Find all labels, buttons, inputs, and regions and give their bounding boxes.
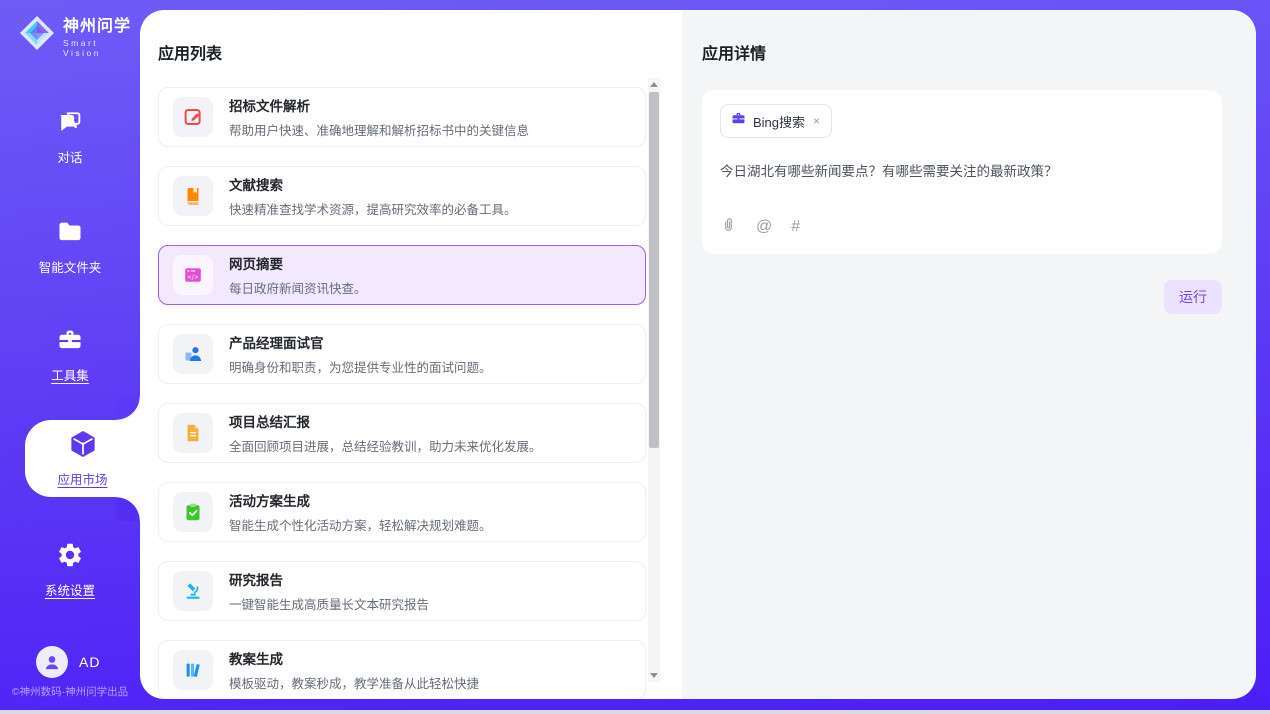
gear-icon bbox=[56, 541, 84, 572]
app-detail-panel: 应用详情 Bing搜索 × 今日湖北有哪些新闻要点？有哪些需要关注的最新政策？ bbox=[682, 10, 1256, 699]
sidebar-item-label: 应用市场 bbox=[57, 469, 107, 488]
app-name: 网页摘要 bbox=[229, 253, 367, 273]
vertical-scrollbar[interactable] bbox=[648, 78, 660, 682]
user-account[interactable]: AD bbox=[36, 646, 100, 678]
clipboard-check-icon bbox=[173, 492, 213, 532]
composer-toolbar: @ # bbox=[720, 216, 1204, 242]
app-description: 帮助用户快速、准确地理解和解析招标书中的关键信息 bbox=[229, 120, 529, 139]
app-card-lesson-plan[interactable]: 教案生成 模板驱动，教案秒成，教学准备从此轻松快捷 bbox=[158, 640, 646, 699]
toolbox-icon bbox=[56, 326, 84, 357]
books-icon bbox=[173, 650, 213, 690]
brand-subtitle: Smart Vision bbox=[63, 38, 140, 58]
app-name: 文献搜索 bbox=[229, 174, 517, 194]
close-icon[interactable]: × bbox=[812, 114, 821, 128]
diamond-logo-icon bbox=[18, 14, 56, 57]
paperclip-icon[interactable] bbox=[720, 216, 737, 238]
report-document-icon bbox=[173, 413, 213, 453]
app-card-project-summary[interactable]: 项目总结汇报 全面回顾项目进展，总结经验教训，助力未来优化发展。 bbox=[158, 403, 646, 463]
main-container: 应用列表 招标文件解析 帮助用户快速、准确地理解和解析招标书中的关键信息 bbox=[140, 10, 1256, 699]
prompt-card: Bing搜索 × 今日湖北有哪些新闻要点？有哪些需要关注的最新政策？ @ # bbox=[702, 90, 1222, 254]
app-description: 智能生成个性化活动方案，轻松解决规划难题。 bbox=[229, 515, 492, 534]
hash-icon[interactable]: # bbox=[791, 218, 800, 236]
brand-logo: 神州问学 Smart Vision bbox=[18, 12, 140, 58]
sidebar-item-chat[interactable]: 对话 bbox=[0, 108, 140, 166]
app-description: 快速精准查找学术资源，提高研究效率的必备工具。 bbox=[229, 199, 517, 218]
app-list-title: 应用列表 bbox=[158, 40, 646, 64]
app-card-literature-search[interactable]: 文献搜索 快速精准查找学术资源，提高研究效率的必备工具。 bbox=[158, 166, 646, 226]
app-description: 模板驱动，教案秒成，教学准备从此轻松快捷 bbox=[229, 673, 479, 692]
app-name: 项目总结汇报 bbox=[229, 411, 542, 431]
app-card-tender-parse[interactable]: 招标文件解析 帮助用户快速、准确地理解和解析招标书中的关键信息 bbox=[158, 87, 646, 147]
sidebar: 神州问学 Smart Vision 对话 智能文件夹 bbox=[0, 0, 140, 710]
app-name: 活动方案生成 bbox=[229, 490, 492, 510]
app-card-research-report[interactable]: 研究报告 一键智能生成高质量长文本研究报告 bbox=[158, 561, 646, 621]
at-icon[interactable]: @ bbox=[756, 218, 772, 236]
sidebar-item-smart-folder[interactable]: 智能文件夹 bbox=[0, 218, 140, 276]
sidebar-item-label: 系统设置 bbox=[45, 580, 95, 599]
run-button[interactable]: 运行 bbox=[1164, 280, 1222, 314]
window-bottom-edge bbox=[0, 710, 1270, 714]
sidebar-item-settings[interactable]: 系统设置 bbox=[0, 541, 140, 599]
app-list-panel: 应用列表 招标文件解析 帮助用户快速、准确地理解和解析招标书中的关键信息 bbox=[140, 10, 682, 699]
app-card-pm-interviewer[interactable]: 产品经理面试官 明确身份和职责，为您提供专业性的面试问题。 bbox=[158, 324, 646, 384]
microscope-icon bbox=[173, 571, 213, 611]
app-description: 一键智能生成高质量长文本研究报告 bbox=[229, 594, 429, 613]
sidebar-item-label: 对话 bbox=[57, 147, 82, 166]
sidebar-item-app-market[interactable]: 应用市场 bbox=[25, 420, 140, 497]
prompt-input[interactable]: 今日湖北有哪些新闻要点？有哪些需要关注的最新政策？ bbox=[720, 160, 1204, 216]
app-card-web-summary[interactable]: </> 网页摘要 每日政府新闻资讯快查。 bbox=[158, 245, 646, 305]
sidebar-item-label: 智能文件夹 bbox=[39, 257, 102, 276]
scroll-down-arrow[interactable] bbox=[648, 669, 660, 682]
app-name: 研究报告 bbox=[229, 569, 429, 589]
app-detail-title: 应用详情 bbox=[702, 40, 1222, 64]
app-name: 招标文件解析 bbox=[229, 95, 529, 115]
briefcase-icon bbox=[731, 111, 746, 131]
book-icon bbox=[173, 176, 213, 216]
avatar bbox=[36, 646, 68, 678]
scrollbar-thumb[interactable] bbox=[649, 92, 659, 448]
user-initials: AD bbox=[79, 654, 100, 670]
app-description: 每日政府新闻资讯快查。 bbox=[229, 278, 367, 297]
chat-icon bbox=[56, 108, 84, 139]
copyright-footer: ©神州数码·神州问学出品 bbox=[0, 684, 140, 699]
app-description: 明确身份和职责，为您提供专业性的面试问题。 bbox=[229, 357, 492, 376]
browser-code-icon: </> bbox=[173, 255, 213, 295]
scroll-up-arrow[interactable] bbox=[648, 78, 660, 91]
folder-icon bbox=[56, 218, 84, 249]
tool-chip-bing-search[interactable]: Bing搜索 × bbox=[720, 104, 832, 138]
app-description: 全面回顾项目进展，总结经验教训，助力未来优化发展。 bbox=[229, 436, 542, 455]
app-card-event-plan[interactable]: 活动方案生成 智能生成个性化活动方案，轻松解决规划难题。 bbox=[158, 482, 646, 542]
sidebar-item-toolset[interactable]: 工具集 bbox=[0, 326, 140, 384]
tool-chip-label: Bing搜索 bbox=[753, 112, 805, 131]
svg-text:</>: </> bbox=[188, 274, 199, 281]
document-edit-icon bbox=[173, 97, 213, 137]
app-card-list: 招标文件解析 帮助用户快速、准确地理解和解析招标书中的关键信息 文献搜索 快速精… bbox=[158, 87, 646, 699]
app-name: 产品经理面试官 bbox=[229, 332, 492, 352]
interviewer-icon bbox=[173, 334, 213, 374]
app-name: 教案生成 bbox=[229, 648, 479, 668]
brand-name: 神州问学 bbox=[63, 12, 140, 36]
cube-icon bbox=[68, 429, 98, 464]
sidebar-item-label: 工具集 bbox=[51, 365, 89, 384]
